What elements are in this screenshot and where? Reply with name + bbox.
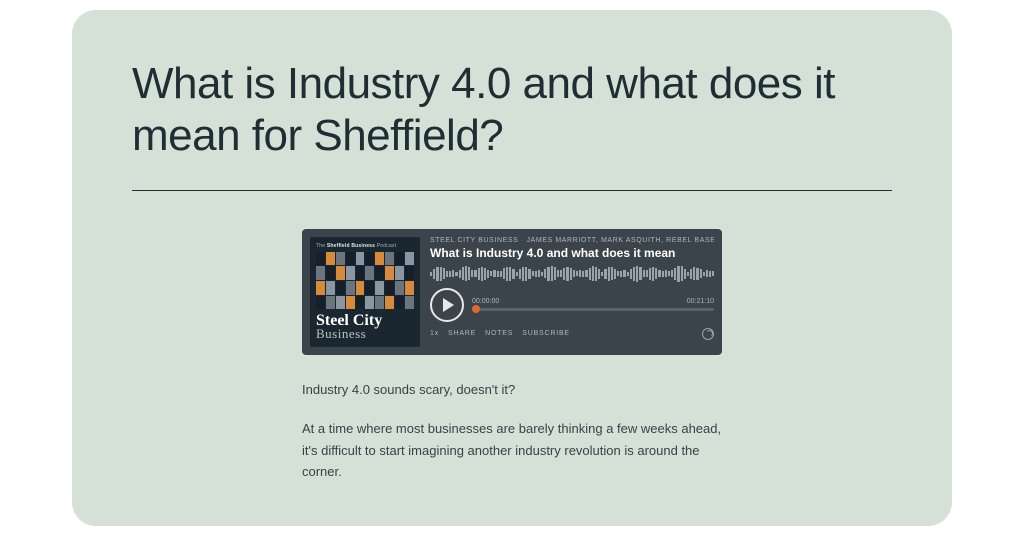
- intro-paragraph-1: Industry 4.0 sounds scary, doesn't it?: [302, 379, 722, 400]
- cover-tagline: The Sheffield Business Podcast: [316, 243, 414, 249]
- captivate-icon[interactable]: [702, 328, 714, 340]
- cover-brand: Steel City Business: [316, 313, 414, 341]
- podcast-player: The Sheffield Business Podcast Steel Cit…: [302, 229, 722, 355]
- play-button[interactable]: [430, 288, 464, 322]
- cover-pattern: [316, 252, 414, 309]
- waveform[interactable]: [430, 264, 714, 284]
- share-button[interactable]: SHARE: [448, 330, 476, 337]
- player-main: STEEL CITY BUSINESS · JAMES MARRIOTT, MA…: [430, 237, 714, 347]
- episode-title: What is Industry 4.0 and what does it me…: [430, 246, 714, 260]
- progress-knob[interactable]: [472, 305, 480, 313]
- divider: [132, 190, 892, 191]
- play-icon: [443, 298, 454, 312]
- player-actions: 1x SHARE NOTES SUBSCRIBE: [430, 328, 714, 340]
- time-total: 00:21:10: [687, 298, 714, 305]
- article-content: The Sheffield Business Podcast Steel Cit…: [302, 229, 722, 483]
- notes-button[interactable]: NOTES: [485, 330, 513, 337]
- subscribe-button[interactable]: SUBSCRIBE: [522, 330, 570, 337]
- article-headline: What is Industry 4.0 and what does it me…: [132, 58, 892, 162]
- progress-bar[interactable]: [472, 308, 714, 311]
- player-controls: 00:00:00 00:21:10: [430, 288, 714, 322]
- podcast-cover-art: The Sheffield Business Podcast Steel Cit…: [310, 237, 420, 347]
- episode-meta: STEEL CITY BUSINESS · JAMES MARRIOTT, MA…: [430, 237, 714, 244]
- time-current: 00:00:00: [472, 298, 499, 305]
- article-card: What is Industry 4.0 and what does it me…: [72, 10, 952, 526]
- intro-paragraph-2: At a time where most businesses are bare…: [302, 418, 722, 482]
- progress-area: 00:00:00 00:21:10: [472, 298, 714, 311]
- speed-button[interactable]: 1x: [430, 330, 439, 337]
